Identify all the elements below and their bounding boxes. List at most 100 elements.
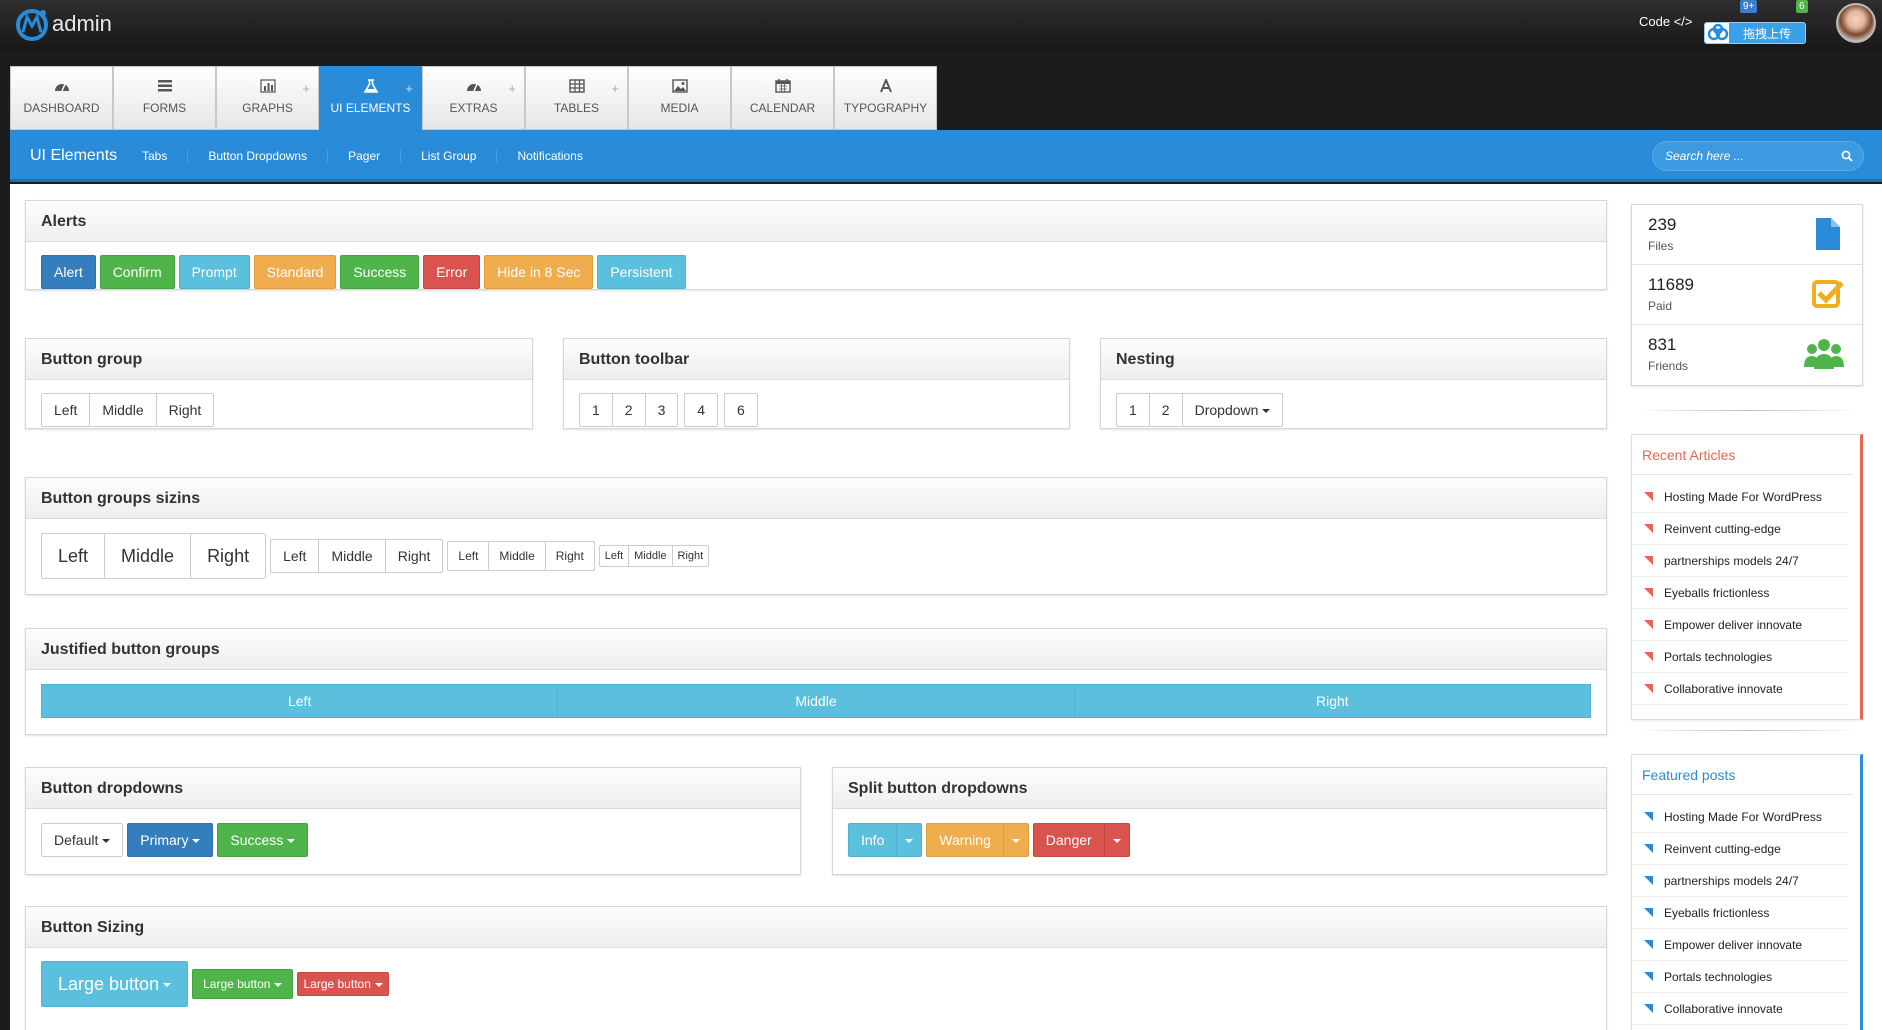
- sub-link-notifications[interactable]: Notifications: [496, 150, 602, 163]
- recent-article-item[interactable]: partnerships models 24/7: [1632, 545, 1848, 577]
- tab-extras[interactable]: EXTRAS +: [422, 66, 525, 130]
- upload-button[interactable]: 拖拽上传: [1704, 22, 1806, 44]
- recent-article-item[interactable]: Empower deliver innovate: [1632, 609, 1848, 641]
- featured-post-item[interactable]: Empower deliver innovate: [1632, 929, 1848, 961]
- tab-calendar[interactable]: CALENDAR: [731, 66, 834, 130]
- featured-post-item[interactable]: Portals technologies: [1632, 961, 1848, 993]
- info-button[interactable]: Info: [848, 823, 898, 857]
- stat-files: 239 Files: [1632, 205, 1862, 265]
- user-avatar[interactable]: [1836, 3, 1876, 43]
- sm-middle-button[interactable]: Middle: [488, 541, 546, 571]
- hide-8-sec-button[interactable]: Hide in 8 Sec: [484, 255, 594, 289]
- tab-label: UI ELEMENTS: [330, 101, 411, 115]
- sm-right-button[interactable]: Right: [544, 541, 595, 571]
- page-1-button[interactable]: 1: [579, 393, 613, 427]
- warning-toggle[interactable]: [1002, 823, 1029, 857]
- default-dropdown-button[interactable]: Default: [41, 823, 124, 857]
- recent-article-item[interactable]: Portals technologies: [1632, 641, 1848, 673]
- article-title: partnerships models 24/7: [1664, 554, 1799, 568]
- recent-article-item[interactable]: Eyeballs frictionless: [1632, 577, 1848, 609]
- panel-title: Button group: [26, 339, 532, 380]
- featured-post-item[interactable]: Reinvent cutting-edge: [1632, 833, 1848, 865]
- tab-label: CALENDAR: [749, 101, 816, 115]
- page-2-button[interactable]: 2: [611, 393, 646, 427]
- article-title: Eyeballs frictionless: [1664, 586, 1770, 600]
- post-title: partnerships models 24/7: [1664, 874, 1799, 888]
- justified-right-button[interactable]: Right: [1073, 684, 1591, 718]
- lg-right-button[interactable]: Right: [190, 533, 267, 579]
- search-icon[interactable]: [1841, 150, 1853, 162]
- post-title: Reinvent cutting-edge: [1664, 842, 1781, 856]
- standard-button[interactable]: Standard: [253, 255, 337, 289]
- sub-link-button-dropdowns[interactable]: Button Dropdowns: [187, 150, 327, 163]
- button-label: Default: [54, 832, 99, 848]
- users-icon: [1804, 339, 1844, 369]
- tab-ui-elements[interactable]: UI ELEMENTS +: [319, 66, 422, 130]
- featured-post-item[interactable]: Eyeballs frictionless: [1632, 897, 1848, 929]
- left-button[interactable]: Left: [41, 393, 91, 427]
- featured-post-item[interactable]: Collaborative innovate: [1632, 993, 1848, 1025]
- right-button[interactable]: Right: [155, 393, 215, 427]
- nest-1-button[interactable]: 1: [1116, 393, 1150, 427]
- recent-article-item[interactable]: Hosting Made For WordPress: [1632, 481, 1848, 513]
- tab-dashboard[interactable]: DASHBOARD: [10, 66, 113, 130]
- danger-button[interactable]: Danger: [1032, 823, 1105, 857]
- justified-left-button[interactable]: Left: [41, 684, 559, 718]
- sm-left-button[interactable]: Left: [447, 541, 490, 571]
- tab-tables[interactable]: TABLES +: [525, 66, 628, 130]
- md-left-button[interactable]: Left: [270, 539, 320, 573]
- recent-article-item[interactable]: Collaborative innovate: [1632, 673, 1848, 705]
- featured-post-item[interactable]: Hosting Made For WordPress: [1632, 801, 1848, 833]
- page-4-button[interactable]: 4: [684, 393, 719, 427]
- code-link[interactable]: Code </>: [1639, 14, 1693, 29]
- tab-plus[interactable]: +: [611, 81, 619, 96]
- success-dropdown-button[interactable]: Success: [217, 823, 309, 857]
- recent-articles-widget: Recent Articles Hosting Made For WordPre…: [1631, 434, 1863, 720]
- nest-dropdown-button[interactable]: Dropdown: [1181, 393, 1284, 427]
- large-info-button[interactable]: Large button: [41, 961, 189, 1007]
- sub-link-pager[interactable]: Pager: [327, 150, 400, 163]
- tab-media[interactable]: MEDIA: [628, 66, 731, 130]
- danger-toggle[interactable]: [1103, 823, 1130, 857]
- xs-danger-button[interactable]: Large button: [297, 972, 389, 996]
- page-6-button[interactable]: 6: [723, 393, 758, 427]
- success-button[interactable]: Success: [340, 255, 420, 289]
- md-right-button[interactable]: Right: [384, 539, 444, 573]
- brand-logo[interactable]: admin: [14, 6, 112, 42]
- persistent-button[interactable]: Persistent: [597, 255, 686, 289]
- primary-dropdown-button[interactable]: Primary: [127, 823, 214, 857]
- flask-icon: [363, 79, 378, 93]
- triangle-icon: [1644, 812, 1653, 821]
- info-toggle[interactable]: [896, 823, 923, 857]
- tab-graphs[interactable]: GRAPHS +: [216, 66, 319, 130]
- tab-typography[interactable]: TYPOGRAPHY: [834, 66, 937, 130]
- lg-left-button[interactable]: Left: [41, 533, 106, 579]
- featured-post-item[interactable]: partnerships models 24/7: [1632, 865, 1848, 897]
- featured-posts-widget: Featured posts Hosting Made For WordPres…: [1631, 754, 1863, 1030]
- confirm-button[interactable]: Confirm: [99, 255, 175, 289]
- warning-button[interactable]: Warning: [926, 823, 1004, 857]
- tab-plus[interactable]: +: [508, 81, 516, 96]
- md-middle-button[interactable]: Middle: [318, 539, 386, 573]
- button-toolbar-panel: Button toolbar 1 2 3 4 6: [563, 338, 1070, 429]
- nest-2-button[interactable]: 2: [1148, 393, 1183, 427]
- xs-middle-button[interactable]: Middle: [628, 545, 673, 567]
- xs-left-button[interactable]: Left: [598, 545, 630, 567]
- tab-plus[interactable]: +: [302, 81, 310, 96]
- dashboard-icon: [54, 83, 69, 92]
- prompt-button[interactable]: Prompt: [178, 255, 250, 289]
- justified-middle-button[interactable]: Middle: [557, 684, 1075, 718]
- search-input[interactable]: [1653, 142, 1823, 170]
- sub-link-list-group[interactable]: List Group: [400, 150, 496, 163]
- sub-link-tabs[interactable]: Tabs: [132, 150, 187, 163]
- lg-middle-button[interactable]: Middle: [104, 533, 192, 579]
- alert-button[interactable]: Alert: [41, 255, 96, 289]
- xs-right-button[interactable]: Right: [671, 545, 710, 567]
- error-button[interactable]: Error: [423, 255, 481, 289]
- tab-plus[interactable]: +: [405, 81, 413, 96]
- page-3-button[interactable]: 3: [644, 393, 679, 427]
- tab-forms[interactable]: FORMS: [113, 66, 216, 130]
- recent-article-item[interactable]: Reinvent cutting-edge: [1632, 513, 1848, 545]
- small-success-button[interactable]: Large button: [192, 969, 294, 999]
- middle-button[interactable]: Middle: [89, 393, 157, 427]
